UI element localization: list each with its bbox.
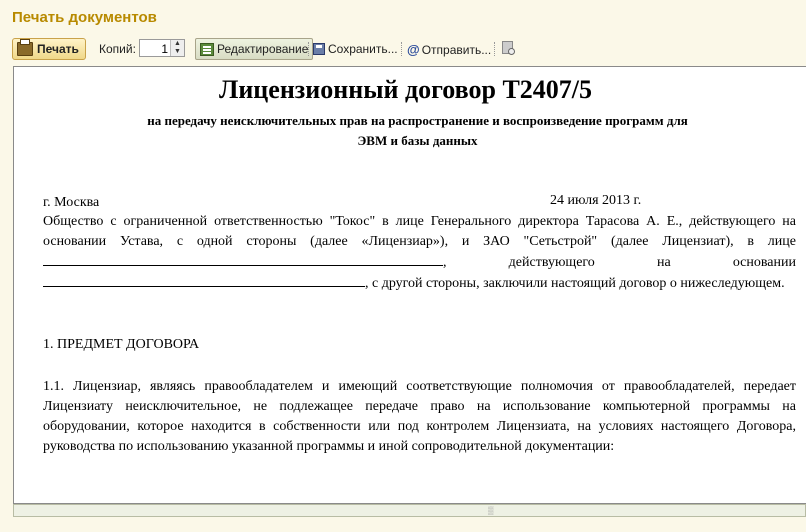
toolbar: Печать Копий: 1 ▲ ▼ Редактирование Сохра… xyxy=(0,34,806,64)
blank-line xyxy=(43,252,443,266)
floppy-disk-icon xyxy=(313,43,325,55)
scroll-grip-icon[interactable]: ▒ xyxy=(488,507,496,515)
parties-text-1: Общество с ограниченной ответственностью… xyxy=(43,214,796,249)
edit-icon xyxy=(200,42,214,56)
spin-down-icon[interactable]: ▼ xyxy=(171,48,184,56)
parties-text-2: , действующего на основании xyxy=(443,255,796,270)
document-viewer[interactable]: Лицензионный договор Т2407/5 на передачу… xyxy=(13,66,806,504)
section-heading: 1. ПРЕДМЕТ ДОГОВОРА xyxy=(43,337,200,352)
save-button[interactable]: Сохранить... xyxy=(313,42,398,56)
at-sign-icon: @ xyxy=(407,42,420,57)
save-button-label: Сохранить... xyxy=(328,42,398,56)
parties-text-3: , с другой стороны, заключили настоящий … xyxy=(365,276,785,291)
print-button-label: Печать xyxy=(37,42,79,56)
edit-button-label: Редактирование xyxy=(217,42,309,56)
copies-value[interactable]: 1 xyxy=(161,42,168,56)
window-title: Печать документов xyxy=(12,9,157,26)
subtitle-line-2: ЭВМ и базы данных xyxy=(357,133,478,148)
edit-toggle-button[interactable]: Редактирование xyxy=(195,38,314,60)
paragraph-parties: Общество с ограниченной ответственностью… xyxy=(43,212,796,294)
document-subtitle: на передачу неисключительных прав на рас… xyxy=(43,111,792,151)
toolbar-separator xyxy=(401,42,403,56)
copies-spin[interactable]: ▲ ▼ xyxy=(170,40,184,56)
spin-up-icon[interactable]: ▲ xyxy=(171,40,184,48)
blank-line xyxy=(43,273,365,287)
send-button-label: Отправить... xyxy=(421,42,492,57)
page-preview-icon xyxy=(502,41,515,55)
send-button[interactable]: @ Отправить... xyxy=(407,42,491,57)
copies-label: Копий: xyxy=(99,42,136,56)
print-button[interactable]: Печать xyxy=(12,38,86,60)
document-title: Лицензионный договор Т2407/5 xyxy=(218,75,593,104)
toolbar-separator xyxy=(494,42,496,56)
toolbar-separator xyxy=(308,42,310,56)
document-city: г. Москва xyxy=(43,195,100,210)
preview-button[interactable] xyxy=(502,41,515,55)
subtitle-line-1: на передачу неисключительных прав на рас… xyxy=(147,113,688,128)
printer-icon xyxy=(17,39,33,56)
horizontal-scrollbar[interactable]: ▒ xyxy=(13,504,806,517)
document-page: Лицензионный договор Т2407/5 на передачу… xyxy=(43,67,806,503)
paragraph-1-1: 1.1. Лицензиар, являясь правообладателем… xyxy=(43,379,796,454)
copies-stepper[interactable]: 1 ▲ ▼ xyxy=(139,39,185,57)
document-date: 24 июля 2013 г. xyxy=(550,193,642,208)
